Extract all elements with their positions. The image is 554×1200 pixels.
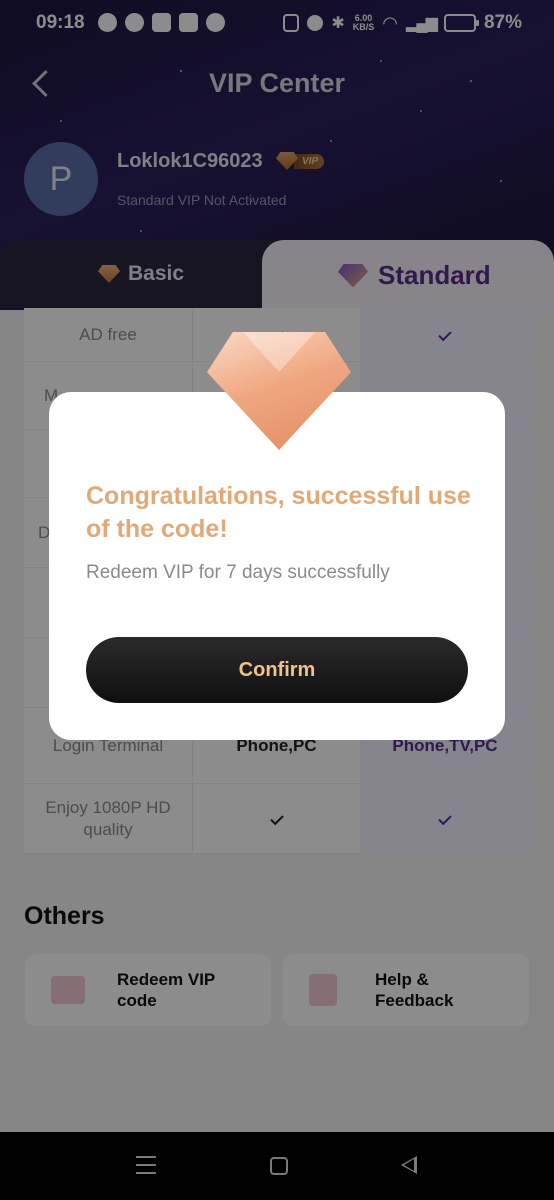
modal-title: Congratulations, successful use of the c…: [86, 482, 471, 543]
modal-message: Redeem VIP for 7 days successfully: [86, 562, 390, 583]
back-icon[interactable]: [401, 1156, 417, 1174]
diamond-icon: [207, 332, 351, 452]
vip-center-screen: 09:18 ✱ 6.00 KB/S ◠ ▂▄▆ 87% VIP Center P …: [0, 0, 554, 1200]
success-modal: Congratulations, successful use of the c…: [49, 332, 505, 740]
menu-icon[interactable]: [136, 1156, 156, 1174]
home-icon[interactable]: [270, 1157, 288, 1175]
system-nav-bar: [0, 1132, 554, 1200]
confirm-button[interactable]: Confirm: [86, 637, 468, 703]
